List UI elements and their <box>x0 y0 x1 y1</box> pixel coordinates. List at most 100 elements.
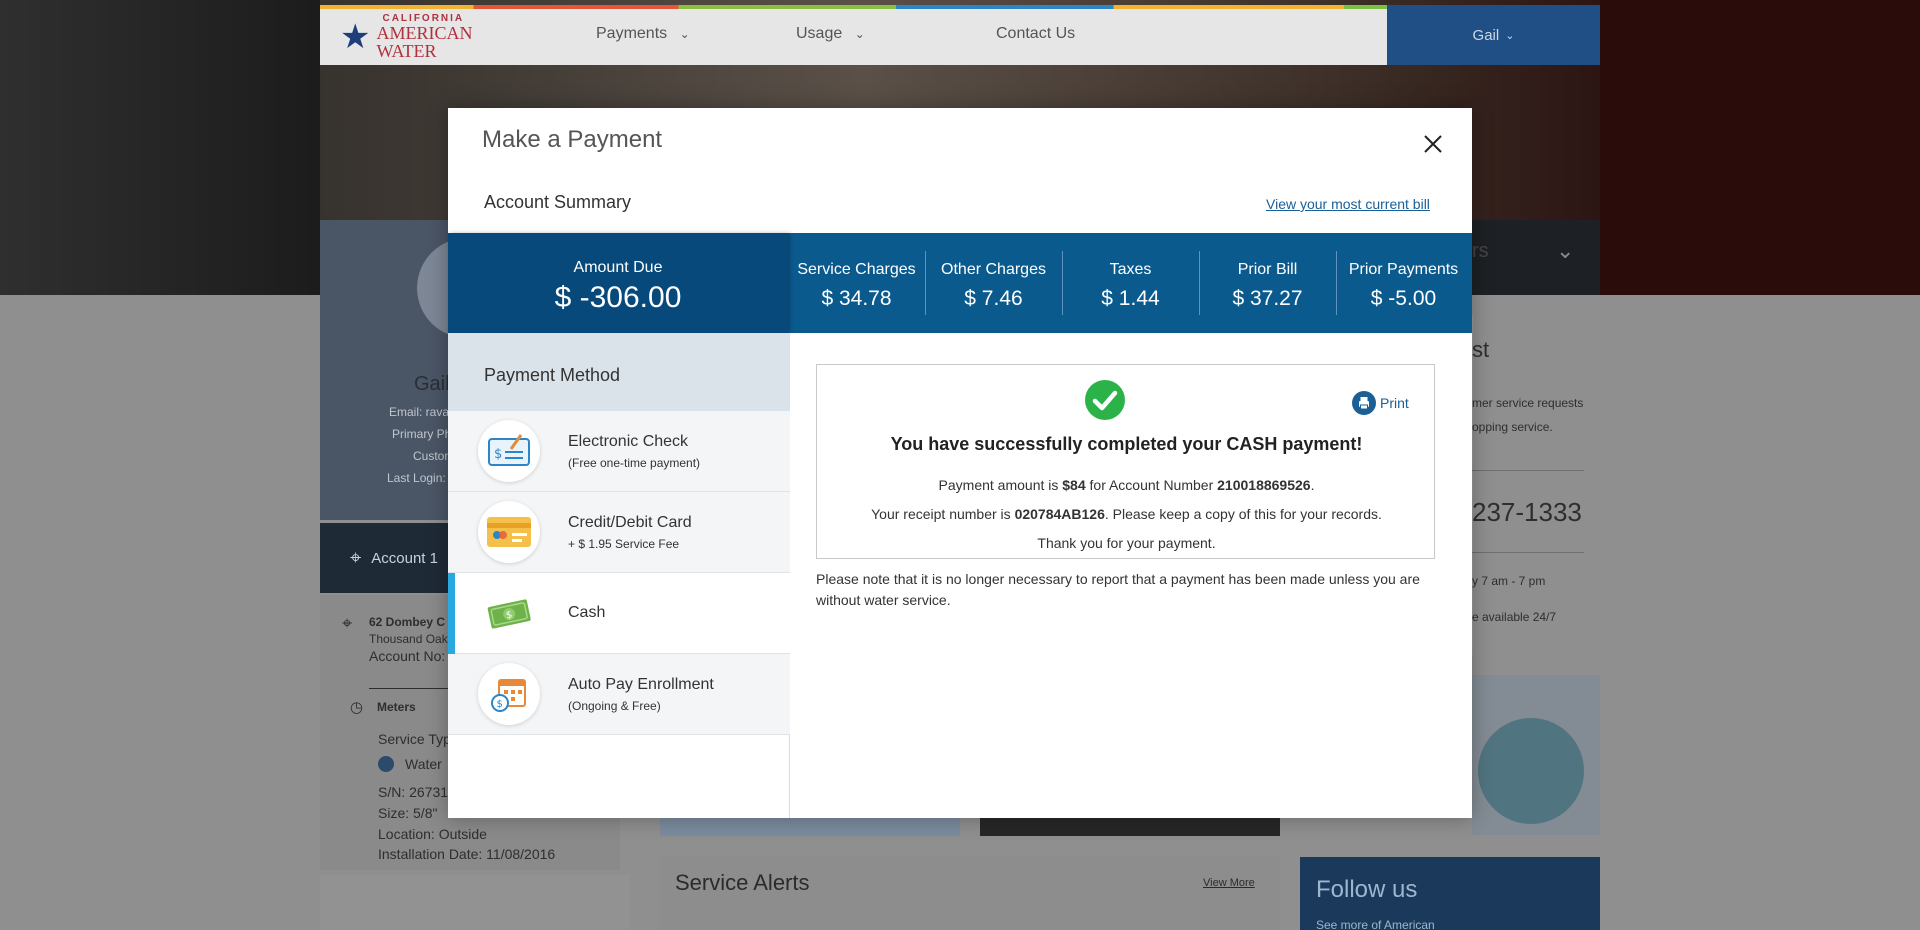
line2-prefix: Your receipt number is <box>871 506 1015 522</box>
follow-us-sub: See more of American <box>1316 918 1435 930</box>
address-line: 62 Dombey C <box>369 615 446 629</box>
other-charges: Other Charges $ 7.46 <box>925 233 1062 333</box>
location-pin-icon: ⌖ <box>342 613 353 633</box>
left-lower-panel <box>320 875 630 930</box>
payment-method-cash[interactable]: $ Cash <box>448 573 790 654</box>
taxes-label: Taxes <box>1109 261 1152 278</box>
line1-suffix: . <box>1310 477 1315 493</box>
printer-icon <box>1352 391 1376 415</box>
contact-divider-2 <box>1472 552 1584 553</box>
gauge-icon: ◷ <box>350 699 364 716</box>
prior-bill-label: Prior Bill <box>1237 261 1298 278</box>
service-alerts-title: Service Alerts <box>675 870 810 895</box>
dark-panel <box>1472 220 1600 295</box>
taxes: Taxes $ 1.44 <box>1062 233 1199 333</box>
prior-bill-value: $ 37.27 <box>1232 287 1303 310</box>
electronic-check-label: Electronic Check <box>568 433 689 450</box>
thank-you-line: Thank you for your payment. <box>1037 535 1216 551</box>
meter-size: Size: 5/8" <box>378 805 438 821</box>
account-number: 210018869526 <box>1217 477 1311 493</box>
tile-2[interactable] <box>980 818 1280 836</box>
payment-method-header: Payment Method <box>448 333 790 411</box>
logo-bottom-text: AMERICAN WATER <box>376 23 473 61</box>
star-icon: ★ <box>340 18 371 56</box>
payment-method-auto-pay[interactable]: $ Auto Pay Enrollment (Ongoing & Free) <box>448 654 790 735</box>
payment-method-electronic-check[interactable]: $ Electronic Check (Free one-time paymen… <box>448 411 790 492</box>
service-charges-value: $ 34.78 <box>821 287 892 310</box>
site-logo[interactable]: ★ CALIFORNIA AMERICAN WATER <box>340 14 520 61</box>
user-menu[interactable]: Gail ⌄ <box>1387 5 1600 65</box>
payment-method-panel: Payment Method $ Electronic Check (Free … <box>448 333 790 818</box>
account-summary-label: Account Summary <box>484 192 632 212</box>
service-charges-label: Service Charges <box>797 261 916 278</box>
chevron-down-icon: ⌄ <box>679 27 690 41</box>
contact-line-4: e available 24/7 <box>1472 610 1557 624</box>
amount-due-value: $ -306.00 <box>554 281 682 314</box>
other-charges-value: $ 7.46 <box>964 287 1023 310</box>
prior-payments-value: $ -5.00 <box>1370 287 1437 310</box>
contact-line-3: y 7 am - 7 pm <box>1472 574 1546 588</box>
cash-label: Cash <box>568 604 606 621</box>
water-label: Water <box>405 756 442 772</box>
meter-install-date: Installation Date: 11/08/2016 <box>378 846 556 862</box>
modal-title: Make a Payment <box>482 126 663 153</box>
account-label: Account 1 <box>371 549 438 567</box>
chevron-down-icon[interactable]: ⌄ <box>1556 238 1574 264</box>
service-charges: Service Charges $ 34.78 <box>788 233 925 333</box>
nav-payments-label: Payments <box>596 25 668 42</box>
close-button[interactable] <box>1418 130 1448 160</box>
contact-heading: st <box>1472 337 1490 362</box>
line1-mid: for Account Number <box>1085 477 1218 493</box>
credit-card-label: Credit/Debit Card <box>568 514 692 531</box>
logo-text: CALIFORNIA AMERICAN WATER <box>376 14 520 61</box>
profile-line-1: Email: rava <box>389 405 450 419</box>
user-name: Gail <box>1472 26 1500 44</box>
payment-note: Please note that it is no longer necessa… <box>816 571 1420 608</box>
close-icon <box>1424 134 1442 153</box>
meters-label: Meters <box>377 700 416 714</box>
prior-payments: Prior Payments $ -5.00 <box>1335 233 1472 333</box>
promo-illustration <box>1478 718 1584 824</box>
print-button[interactable]: Print <box>1352 391 1409 415</box>
hero-left <box>0 0 320 295</box>
check-icon: $ <box>478 420 540 482</box>
contact-line-2: opping service. <box>1472 420 1553 434</box>
auto-pay-label: Auto Pay Enrollment <box>568 676 714 693</box>
nav-contact[interactable]: Contact Us <box>996 25 1075 43</box>
contact-line-1: mer service requests <box>1472 396 1584 410</box>
tile-1[interactable] <box>660 818 960 836</box>
confirmation-box: Print You have successfully completed yo… <box>816 364 1435 559</box>
service-type: Service Typ <box>378 731 451 747</box>
payment-method-credit-card[interactable]: Credit/Debit Card + $ 1.95 Service Fee <box>448 492 790 573</box>
location-pin-icon: ⌖ <box>350 546 362 569</box>
contact-phone[interactable]: 237-1333 <box>1472 497 1582 528</box>
address-city: Thousand Oak <box>369 632 448 646</box>
svg-text:$: $ <box>494 447 502 462</box>
chevron-down-icon: ⌄ <box>1505 29 1515 42</box>
payment-amount: $84 <box>1062 477 1086 493</box>
nav-usage-label: Usage <box>796 25 843 42</box>
confirmation-title: You have successfully completed your CAS… <box>890 434 1363 454</box>
line2-suffix: . Please keep a copy of this for your re… <box>1104 506 1382 522</box>
amount-due-label: Amount Due <box>573 259 663 276</box>
prior-payments-label: Prior Payments <box>1348 261 1459 278</box>
meter-serial: S/N: 26731 <box>378 784 449 800</box>
follow-us-title: Follow us <box>1316 876 1418 903</box>
credit-card-sub: + $ 1.95 Service Fee <box>568 537 680 551</box>
meter-location: Location: Outside <box>378 826 487 842</box>
print-label: Print <box>1380 395 1409 411</box>
success-check-icon <box>1085 380 1125 420</box>
chevron-down-icon: ⌄ <box>854 27 865 41</box>
cash-icon: $ <box>478 582 540 644</box>
view-more-link[interactable]: View More <box>1203 877 1255 889</box>
contact-divider-1 <box>1472 470 1584 471</box>
other-charges-label: Other Charges <box>941 261 1046 278</box>
hero-right <box>1600 0 1920 295</box>
contact-card <box>1472 315 1600 655</box>
calendar-icon: $ <box>478 663 540 725</box>
nav-payments[interactable]: Payments ⌄ <box>596 25 690 43</box>
nav-usage[interactable]: Usage ⌄ <box>796 25 865 43</box>
dark-panel-text: rs <box>1472 240 1489 262</box>
line1-prefix: Payment amount is <box>938 477 1063 493</box>
view-current-bill-link[interactable]: View your most current bill <box>1266 196 1430 212</box>
